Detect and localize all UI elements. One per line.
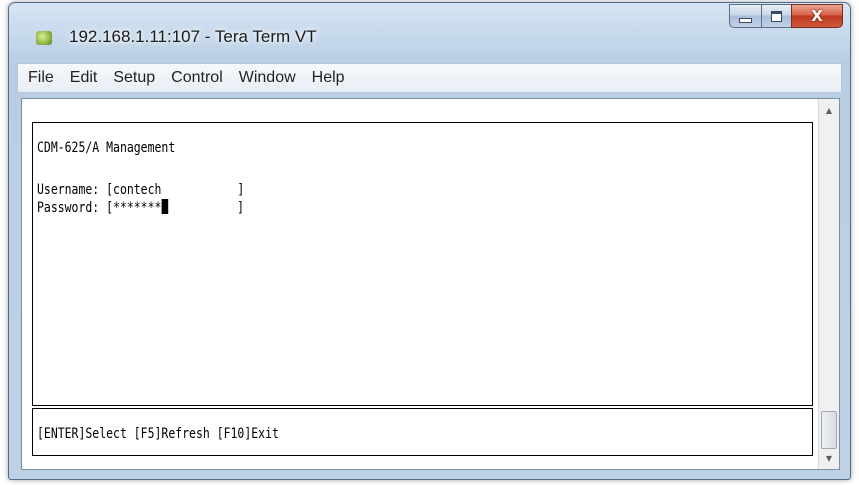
close-button[interactable]: X <box>791 4 843 28</box>
minimize-button[interactable] <box>729 4 761 28</box>
tera-term-window: 192.168.1.11:107 - Tera Term VT X File E… <box>8 2 851 480</box>
terminal-header-box: CDM-625/A Management <box>32 122 813 171</box>
scroll-down-arrow-icon[interactable]: ▼ <box>819 449 839 467</box>
menu-file[interactable]: File <box>22 64 60 92</box>
window-title: 192.168.1.11:107 - Tera Term VT <box>69 27 317 46</box>
scroll-up-arrow-icon[interactable]: ▲ <box>819 101 839 119</box>
terminal-screen[interactable]: CDM-625/A Management Username: [contech … <box>21 98 840 470</box>
terminal-header-text: CDM-625/A Management <box>37 140 176 156</box>
menu-control[interactable]: Control <box>165 64 229 92</box>
terminal-footer-box: [ENTER]Select [F5]Refresh [F10]Exit <box>32 408 813 456</box>
menu-bar: File Edit Setup Control Window Help <box>17 63 842 93</box>
menu-help[interactable]: Help <box>306 64 351 92</box>
password-label: Password: [ <box>37 200 114 216</box>
vertical-scrollbar[interactable]: ▲ ▼ <box>818 99 839 469</box>
title-bar[interactable]: 192.168.1.11:107 - Tera Term VT X <box>9 3 850 61</box>
maximize-icon <box>771 10 782 22</box>
minimize-icon <box>739 17 752 23</box>
close-icon: X <box>811 7 823 25</box>
username-line: Username: [contech ] <box>37 182 245 198</box>
password-line: Password: [******* ] <box>37 199 244 216</box>
terminal-footer-text: [ENTER]Select [F5]Refresh [F10]Exit <box>37 426 279 442</box>
maximize-button[interactable] <box>761 4 791 28</box>
window-controls: X <box>729 4 843 30</box>
terminal-body-box: Username: [contech ] Password: [******* … <box>32 170 813 406</box>
scrollbar-thumb[interactable] <box>821 411 837 449</box>
menu-window[interactable]: Window <box>233 64 302 92</box>
menu-setup[interactable]: Setup <box>107 64 161 92</box>
password-field-end: ] <box>167 200 245 216</box>
menu-edit[interactable]: Edit <box>64 64 104 92</box>
tera-term-app-icon[interactable] <box>36 31 52 45</box>
password-masked-value: ******* <box>113 200 162 216</box>
